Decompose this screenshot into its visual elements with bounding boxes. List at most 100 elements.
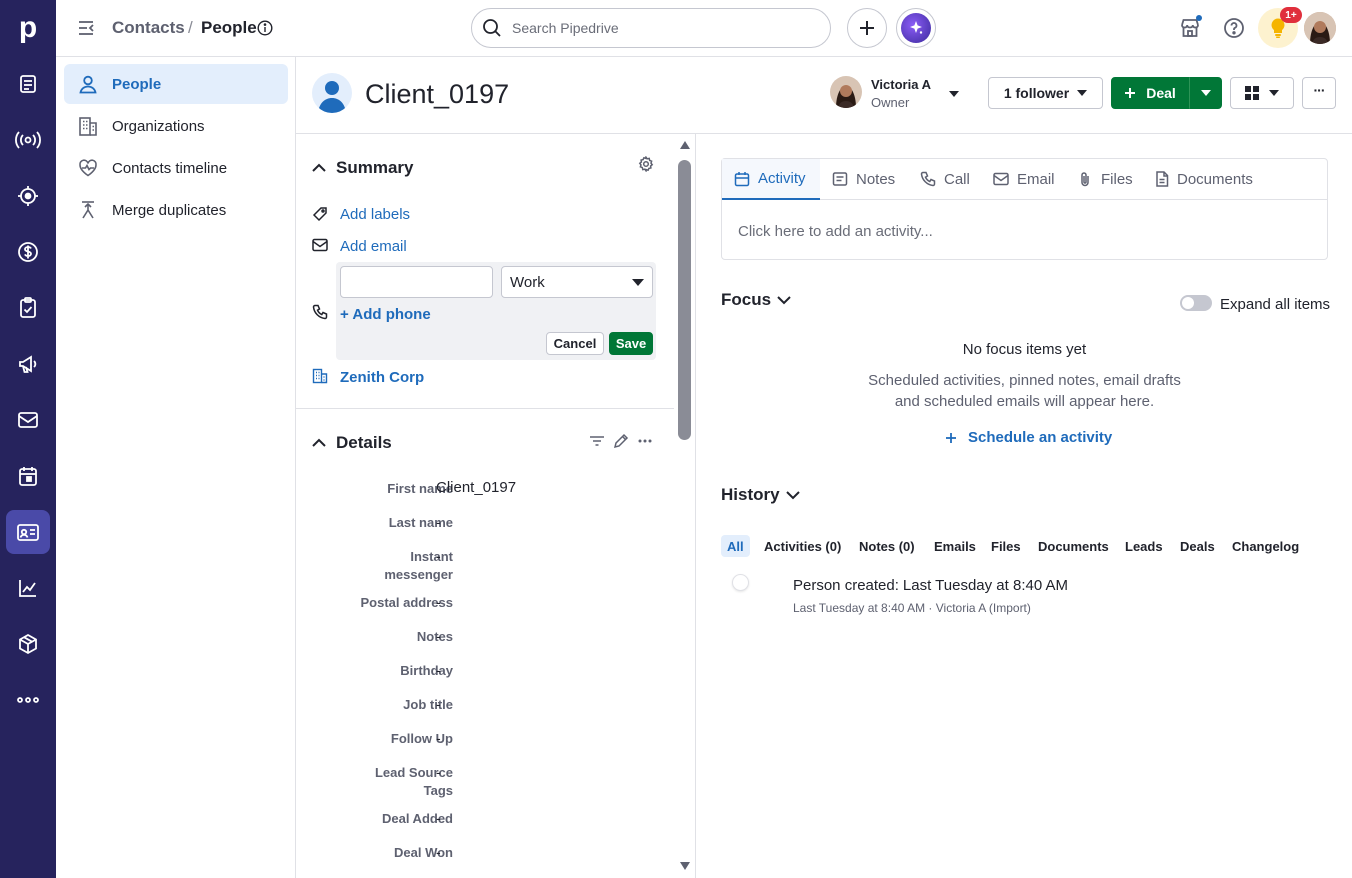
help-button[interactable] (1214, 8, 1254, 48)
menu-item-contacts-timeline[interactable]: Contacts timeline (64, 148, 288, 188)
history-tab-leads[interactable]: Leads (1125, 535, 1163, 557)
history-tab-label: All (727, 538, 744, 554)
search-input[interactable] (512, 18, 812, 38)
ai-assistant-button[interactable] (896, 8, 936, 48)
dollar-icon[interactable] (6, 230, 50, 274)
tab-email[interactable]: Email (993, 159, 1055, 199)
email-type-select[interactable]: Work (501, 266, 653, 298)
breadcrumb-contacts[interactable]: Contacts (112, 18, 185, 38)
filter-icon[interactable] (589, 434, 605, 448)
leads-icon[interactable] (6, 62, 50, 106)
menu-item-organizations[interactable]: Organizations (64, 106, 288, 146)
history-tab-notes[interactable]: Notes (0) (859, 535, 915, 557)
scroll-up-icon[interactable] (679, 140, 691, 150)
tab-label: Documents (1177, 170, 1253, 188)
details-title: Details (336, 433, 392, 452)
calendar-icon[interactable] (6, 454, 50, 498)
heart-pulse-icon (64, 158, 104, 178)
history-tab-documents[interactable]: Documents (1038, 535, 1109, 557)
broadcast-icon[interactable] (6, 118, 50, 162)
scroll-down-icon[interactable] (679, 861, 691, 871)
detail-value[interactable]: - (436, 548, 441, 564)
chart-icon[interactable] (6, 566, 50, 610)
chevron-down-icon (1077, 90, 1088, 96)
follower-button[interactable]: 1 follower (988, 77, 1103, 109)
menu-item-people[interactable]: People (64, 64, 288, 104)
contacts-card-icon[interactable] (6, 510, 50, 554)
edit-icon[interactable] (613, 433, 629, 449)
info-icon[interactable] (257, 20, 273, 36)
owner-dropdown-icon[interactable] (948, 90, 960, 98)
history-tab-deals[interactable]: Deals (1180, 535, 1215, 557)
history-tab-label: Deals (1180, 538, 1215, 554)
tab-documents[interactable]: Documents (1155, 159, 1253, 199)
tab-notes[interactable]: Notes (832, 159, 895, 199)
more-icon[interactable] (6, 678, 50, 722)
history-entry-time: Last Tuesday at 8:40 AM (902, 577, 1069, 594)
tab-call[interactable]: Call (920, 159, 970, 199)
cancel-button[interactable]: Cancel (546, 332, 604, 355)
owner-name: Victoria A (871, 77, 931, 92)
pipedrive-logo[interactable]: p (6, 6, 50, 50)
expand-all-toggle[interactable] (1180, 295, 1212, 311)
detail-value[interactable]: - (436, 662, 441, 678)
calendar-icon (734, 171, 750, 186)
collapse-menu-icon[interactable] (76, 18, 96, 38)
deal-dropdown-button[interactable] (1189, 77, 1222, 109)
history-tab-files[interactable]: Files (991, 535, 1021, 557)
history-header[interactable]: History (721, 485, 800, 505)
detail-value[interactable]: - (436, 810, 441, 826)
document-icon (1156, 171, 1169, 187)
details-header[interactable]: Details (312, 433, 392, 453)
history-tab-activities[interactable]: Activities (0) (764, 535, 841, 557)
tab-label: Files (1101, 170, 1133, 188)
tag-icon (312, 206, 328, 222)
detail-value[interactable]: - (436, 764, 441, 780)
tips-button[interactable]: 1+ (1258, 7, 1302, 48)
user-avatar[interactable] (1304, 12, 1336, 44)
more-icon[interactable] (638, 439, 652, 443)
focus-header[interactable]: Focus (721, 290, 791, 310)
scrollbar-thumb[interactable] (678, 160, 691, 440)
detail-value[interactable]: - (436, 696, 441, 712)
history-tab-label: Documents (1038, 538, 1109, 554)
follower-label: 1 follower (1003, 85, 1070, 101)
history-tab-emails[interactable]: Emails (934, 535, 976, 557)
add-phone-link[interactable]: + Add phone (340, 306, 431, 323)
megaphone-icon[interactable] (6, 342, 50, 386)
paperclip-icon (1081, 172, 1089, 187)
detail-value[interactable]: - (436, 514, 441, 530)
email-field[interactable] (340, 266, 493, 298)
add-labels-link[interactable]: Add labels (340, 206, 410, 223)
quick-add-button[interactable] (847, 8, 887, 48)
detail-value[interactable]: - (436, 628, 441, 644)
target-icon[interactable] (6, 174, 50, 218)
clipboard-icon[interactable] (6, 286, 50, 330)
summary-header[interactable]: Summary (312, 158, 413, 178)
save-button[interactable]: Save (609, 332, 653, 355)
activity-input-placeholder[interactable]: Click here to add an activity... (738, 223, 933, 240)
detail-value[interactable]: - (436, 730, 441, 746)
search-box[interactable] (471, 8, 831, 48)
gear-icon[interactable] (638, 156, 654, 172)
detail-value[interactable]: Client_0197 (436, 479, 516, 496)
marketplace-button[interactable] (1170, 8, 1210, 48)
focus-title: Focus (721, 290, 772, 309)
history-tab-all[interactable]: All (721, 535, 750, 557)
detail-value[interactable]: - (436, 844, 441, 860)
add-deal-button[interactable]: Deal (1111, 77, 1189, 109)
mail-icon[interactable] (6, 398, 50, 442)
box-icon[interactable] (6, 622, 50, 666)
organization-link[interactable]: Zenith Corp (340, 369, 424, 386)
add-email-link[interactable]: Add email (340, 238, 407, 255)
tab-activity[interactable]: Activity (722, 159, 820, 200)
view-switch-button[interactable] (1230, 77, 1294, 109)
detail-value[interactable]: - (436, 594, 441, 610)
person-name[interactable]: Client_0197 (365, 79, 509, 110)
cancel-label: Cancel (553, 336, 597, 351)
schedule-activity-button[interactable]: Schedule an activity (945, 429, 1112, 446)
history-tab-changelog[interactable]: Changelog (1232, 535, 1299, 557)
more-actions-button[interactable]: ··· (1302, 77, 1336, 109)
menu-item-merge-duplicates[interactable]: Merge duplicates (64, 190, 288, 230)
tab-files[interactable]: Files (1077, 159, 1133, 199)
